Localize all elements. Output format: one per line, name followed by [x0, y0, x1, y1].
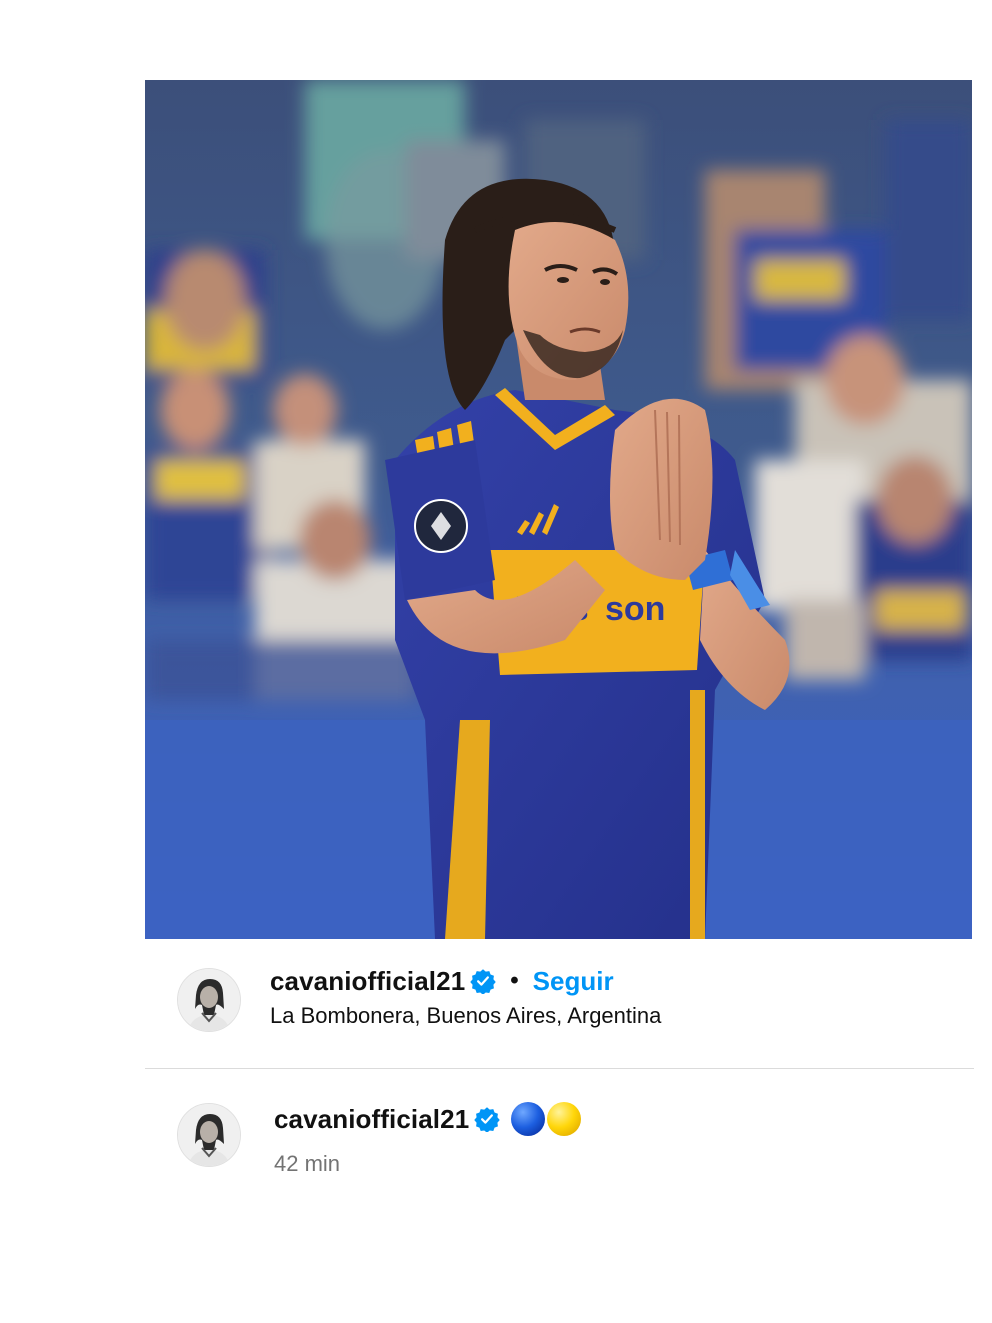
username-link[interactable]: cavaniofficial21	[270, 966, 465, 997]
caption-emojis	[510, 1101, 582, 1137]
post-caption: cavaniofficial21 42 min	[145, 1069, 974, 1209]
post-header: cavaniofficial21 • Seguir La Bombonera, …	[145, 939, 974, 1069]
follow-button[interactable]: Seguir	[533, 966, 614, 997]
avatar-image-icon	[178, 969, 240, 1031]
post-timestamp[interactable]: 42 min	[274, 1151, 340, 1177]
post-image[interactable]: Bets son	[145, 80, 972, 939]
avatar-image-icon	[178, 1104, 240, 1166]
caption-user-line: cavaniofficial21	[274, 1101, 582, 1137]
blue-circle-emoji	[511, 1102, 546, 1136]
verified-badge-icon	[474, 1106, 501, 1133]
header-user-line: cavaniofficial21 • Seguir	[270, 963, 614, 999]
player-photo-illustration: Bets son	[145, 80, 972, 939]
svg-text:son: son	[605, 590, 665, 628]
caption-avatar[interactable]	[177, 1103, 241, 1167]
location-link[interactable]: La Bombonera, Buenos Aires, Argentina	[270, 1003, 661, 1029]
separator-dot: •	[510, 967, 519, 994]
profile-avatar[interactable]	[177, 968, 241, 1032]
caption-username-link[interactable]: cavaniofficial21	[274, 1104, 469, 1135]
verified-badge-icon	[470, 968, 497, 995]
yellow-circle-emoji	[547, 1102, 582, 1136]
